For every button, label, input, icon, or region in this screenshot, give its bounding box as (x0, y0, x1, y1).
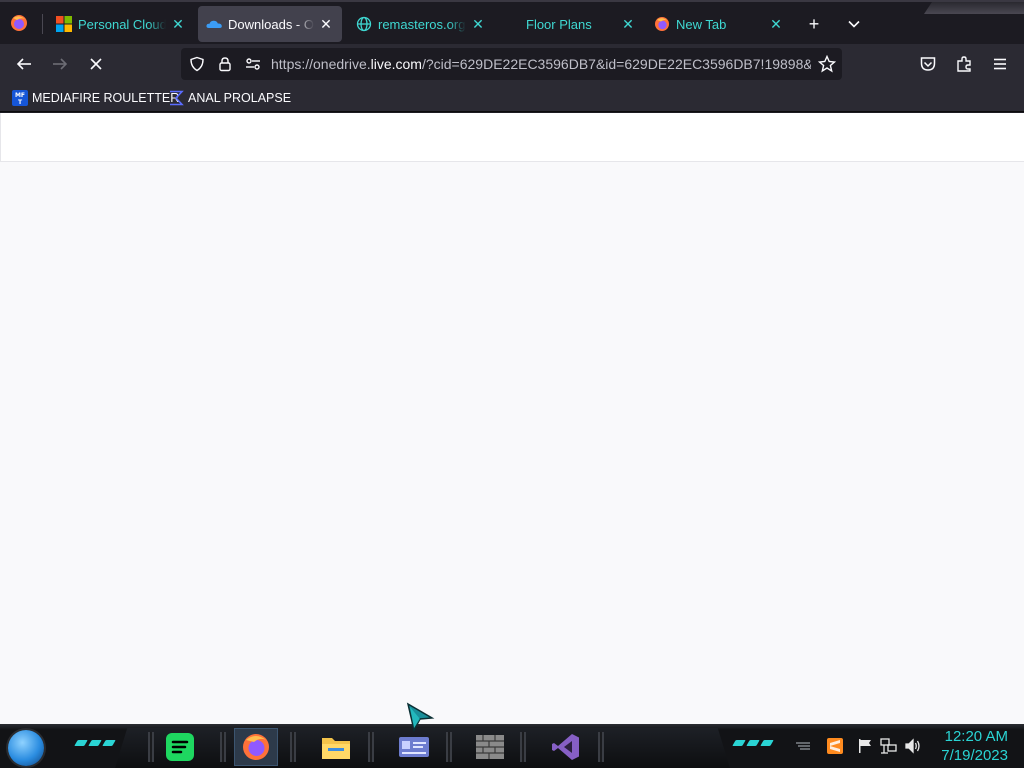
taskbar-divider (290, 732, 296, 762)
tab-downloads-onedrive[interactable]: Downloads - OneDrive ✕ (198, 6, 342, 42)
new-tab-button[interactable]: + (802, 12, 826, 36)
url-path: /?cid=629DE22EC3596DB7&id=629DE22EC3596D… (421, 56, 811, 72)
close-tab-icon[interactable]: ✕ (470, 16, 486, 33)
volume-icon[interactable] (904, 737, 922, 755)
window-frame-decoration (924, 2, 1024, 14)
tab-title: Floor Plans (526, 16, 592, 32)
taskbar-divider (368, 732, 374, 762)
network-icon[interactable] (880, 737, 898, 755)
close-tab-icon[interactable]: ✕ (620, 16, 636, 33)
spotify-icon[interactable] (158, 728, 202, 766)
taskbar-divider (148, 732, 154, 762)
firewall-icon[interactable] (468, 728, 512, 766)
taskbar-divider (220, 732, 226, 762)
taskbar-divider (598, 732, 604, 762)
tab-strip: Personal Cloud Storage ✕ Downloads - One… (0, 0, 1024, 44)
address-bar[interactable]: https://onedrive.live.com/?cid=629DE22EC… (181, 48, 842, 80)
taskbar-decoration-left (74, 740, 116, 746)
bookmark-star-icon[interactable] (817, 54, 837, 74)
tab-title: New Tab (676, 16, 727, 32)
clock-date: 7/19/2023 (941, 747, 1008, 764)
onedrive-icon (206, 16, 222, 32)
menu-icon[interactable] (986, 50, 1014, 78)
pocket-icon[interactable] (914, 50, 942, 78)
firefox-icon[interactable] (234, 728, 278, 766)
sublime-text-icon[interactable] (826, 737, 844, 755)
mediafire-icon: MF T (12, 90, 28, 106)
system-clock[interactable]: 12:20 AM 7/19/2023 (941, 727, 1008, 765)
screen: Personal Cloud Storage ✕ Downloads - One… (0, 0, 1024, 768)
page-content (0, 113, 1024, 724)
tab-personal-cloud-storage[interactable]: Personal Cloud Storage ✕ (48, 6, 194, 42)
bookmark-anal-prolapse[interactable]: ANAL PROLAPSE (168, 89, 291, 107)
file-explorer-icon[interactable] (314, 728, 358, 766)
tab-title: remasteros.org/n (378, 16, 466, 32)
taskbar: 12:20 AM 7/19/2023 (0, 724, 1024, 768)
extensions-icon[interactable] (950, 50, 978, 78)
list-all-tabs-button[interactable] (842, 12, 866, 36)
bookmarks-toolbar: MF T MEDIAFIRE ROULETTER ANAL PROLAPSE (0, 84, 1024, 112)
tray-overflow-icon[interactable] (794, 737, 812, 755)
forward-button[interactable] (46, 50, 74, 78)
start-button[interactable] (8, 730, 44, 766)
taskbar-divider (446, 732, 452, 762)
bookmark-label: ANAL PROLAPSE (188, 91, 292, 105)
url-host: live.com (370, 56, 422, 72)
url-prefix: https://onedrive. (271, 56, 371, 72)
close-tab-icon[interactable]: ✕ (318, 16, 334, 33)
bookmark-mediafire-rouletter[interactable]: MF T MEDIAFIRE ROULETTER (12, 89, 179, 107)
clock-time: 12:20 AM (944, 728, 1008, 745)
tab-title: Personal Cloud Storage (78, 16, 166, 32)
bookmark-label: MEDIAFIRE ROULETTER (32, 91, 180, 105)
stop-loading-button[interactable] (82, 50, 110, 78)
lock-icon[interactable] (215, 54, 235, 74)
mouse-cursor-icon (406, 702, 436, 733)
bracket-icon (168, 90, 184, 106)
visual-studio-icon[interactable] (544, 728, 588, 766)
globe-icon (356, 16, 372, 32)
tab-title: Downloads - OneDrive (228, 16, 314, 32)
tab-new-tab[interactable]: New Tab ✕ (646, 6, 792, 42)
url-text[interactable]: https://onedrive.live.com/?cid=629DE22EC… (271, 56, 811, 72)
permissions-icon[interactable] (243, 54, 263, 74)
back-button[interactable] (10, 50, 38, 78)
navigation-toolbar: https://onedrive.live.com/?cid=629DE22EC… (0, 44, 1024, 84)
close-tab-icon[interactable]: ✕ (170, 16, 186, 33)
tab-remasteros[interactable]: remasteros.org/n ✕ (348, 6, 494, 42)
firefox-view-icon[interactable] (8, 12, 30, 34)
id-card-icon[interactable] (392, 728, 436, 766)
tab-floor-plans[interactable]: Floor Plans ✕ (498, 6, 644, 42)
page-header-placeholder (0, 113, 1024, 162)
svg-text:MF: MF (15, 92, 25, 99)
shield-icon[interactable] (187, 54, 207, 74)
taskbar-divider (520, 732, 526, 762)
microsoft-icon (56, 16, 72, 32)
flag-icon[interactable] (856, 737, 874, 755)
close-tab-icon[interactable]: ✕ (768, 16, 784, 33)
tab-separator (42, 14, 43, 34)
firefox-icon (654, 16, 670, 32)
taskbar-decoration-right (732, 740, 774, 746)
